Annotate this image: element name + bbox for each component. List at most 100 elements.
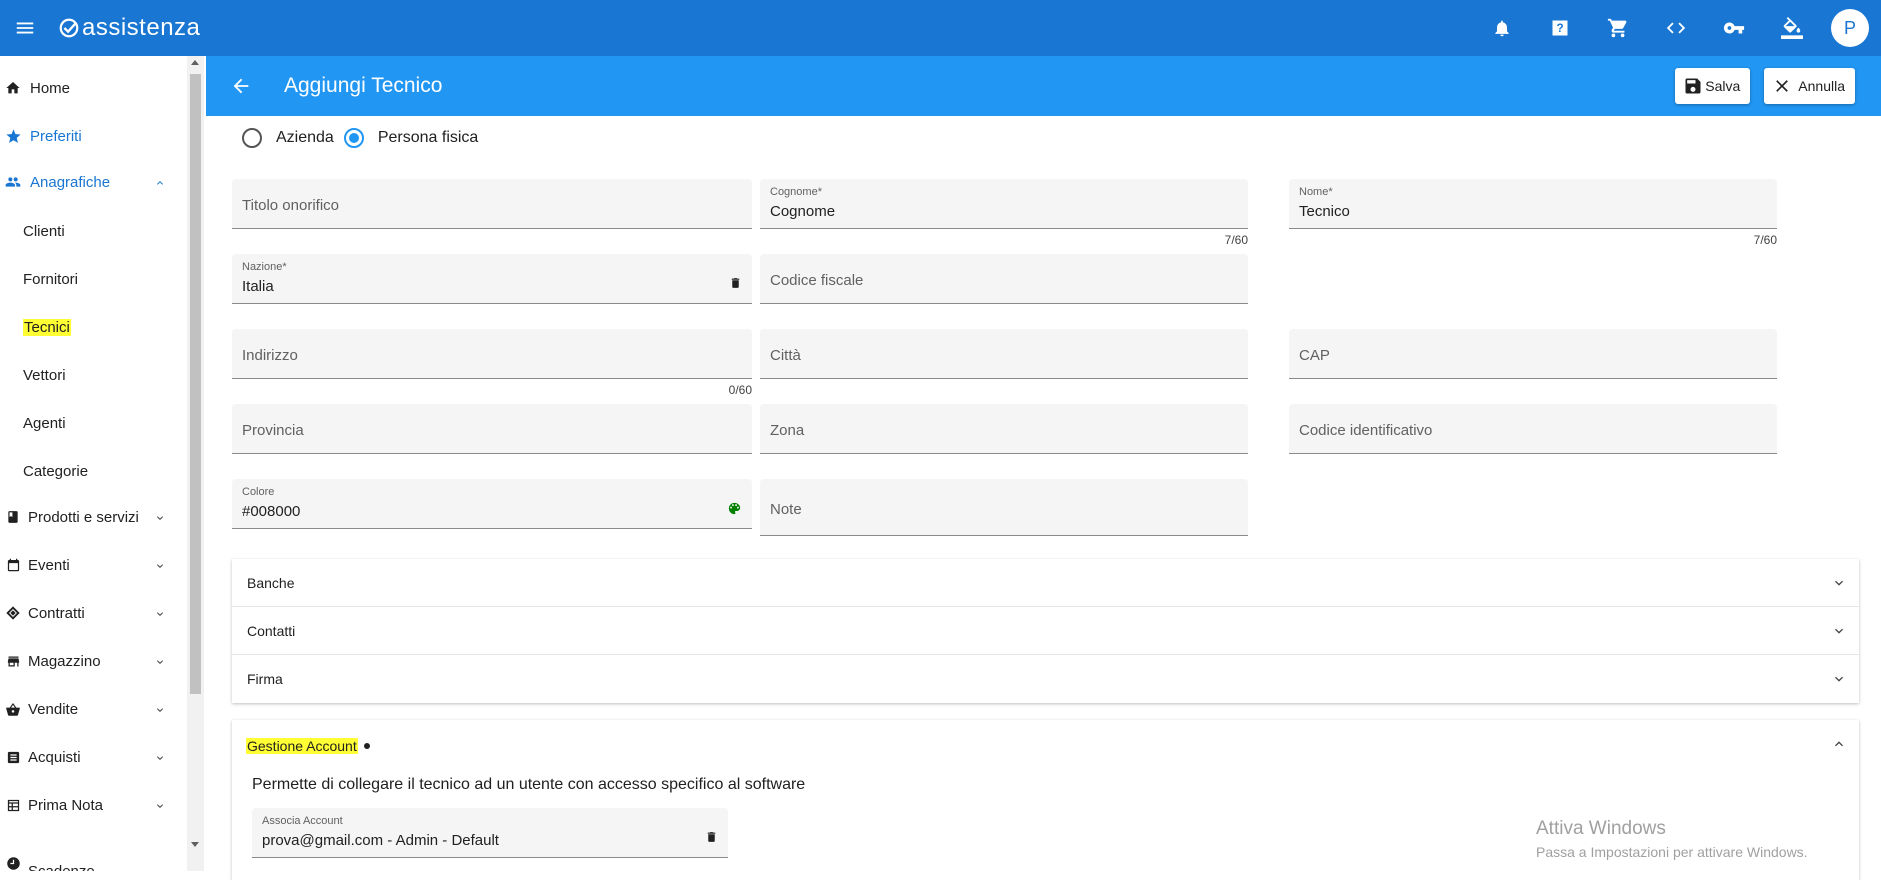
avatar[interactable]: P: [1831, 9, 1869, 47]
gestione-account-header[interactable]: Gestione Account: [246, 738, 370, 754]
list-icon: [0, 750, 26, 765]
cognome-field[interactable]: Cognome* Cognome: [760, 179, 1248, 229]
provincia-placeholder: Provincia: [242, 422, 304, 439]
nome-counter: 7/60: [1753, 233, 1777, 247]
gestione-account-description: Permette di collegare il tecnico ad un u…: [252, 776, 806, 793]
close-icon: [1776, 80, 1789, 92]
radio-azienda[interactable]: [242, 128, 262, 148]
sidebar-item-prodotti-e-servizi[interactable]: Prodotti e servizi: [0, 497, 186, 537]
codice-fiscale-field[interactable]: Codice fiscale: [760, 254, 1248, 304]
sidebar-item-vendite[interactable]: Vendite: [0, 689, 186, 729]
sidebar-item-acquisti[interactable]: Acquisti: [0, 737, 186, 777]
paint-bucket-icon[interactable]: [1763, 0, 1821, 56]
key-icon[interactable]: [1705, 0, 1763, 56]
sidebar-item-label: Contratti: [28, 604, 85, 622]
menu-icon[interactable]: [2, 0, 48, 56]
sidebar-item-anagrafiche[interactable]: Anagrafiche: [0, 162, 186, 202]
palette-icon[interactable]: [727, 501, 742, 521]
zona-field[interactable]: Zona: [760, 404, 1248, 454]
sidebar-item-eventi[interactable]: Eventi: [0, 545, 186, 585]
watermark-line2: Passa a Impostazioni per attivare Window…: [1536, 844, 1808, 860]
sidebar-item-clienti[interactable]: Clienti: [0, 211, 186, 251]
indirizzo-counter: 0/60: [728, 383, 752, 397]
chevron-down-icon: [154, 655, 166, 672]
help-icon[interactable]: ?: [1531, 0, 1589, 56]
cognome-counter: 7/60: [1224, 233, 1248, 247]
radio-persona-fisica[interactable]: [343, 128, 364, 148]
cancel-button[interactable]: Annulla: [1764, 68, 1855, 104]
chevron-up-icon: [154, 176, 166, 193]
cap-field[interactable]: CAP: [1289, 329, 1777, 379]
windows-activation-watermark: Attiva Windows Passa a Impostazioni per …: [1536, 818, 1808, 860]
scroll-thumb[interactable]: [190, 74, 201, 694]
app-logo[interactable]: assistenza: [58, 14, 200, 42]
delete-icon[interactable]: [705, 830, 718, 849]
radio-persona-fisica-label[interactable]: Persona fisica: [378, 129, 479, 147]
save-icon: [1685, 78, 1701, 94]
nome-field[interactable]: Nome* Tecnico: [1289, 179, 1777, 229]
page-title: Aggiungi Tecnico: [284, 74, 443, 97]
scroll-down-arrow-icon[interactable]: [191, 842, 199, 847]
cart-icon[interactable]: [1589, 0, 1647, 56]
back-arrow-icon[interactable]: [216, 56, 266, 116]
clock-icon: [0, 856, 26, 871]
svg-text:?: ?: [1556, 22, 1563, 35]
sidebar-item-fornitori[interactable]: Fornitori: [0, 259, 186, 299]
sidebar-item-preferiti[interactable]: Preferiti: [0, 116, 186, 156]
sidebar-item-label: Categorie: [23, 462, 89, 480]
sidebar-item-magazzino[interactable]: Magazzino: [0, 641, 186, 681]
chevron-down-icon: [154, 703, 166, 720]
sidebar-item-contratti[interactable]: Contratti: [0, 593, 186, 633]
people-icon: [0, 174, 26, 190]
top-app-bar: assistenza ? P: [0, 0, 1881, 56]
colore-field[interactable]: Colore #008000: [232, 479, 752, 529]
provincia-field[interactable]: Provincia: [232, 404, 752, 454]
sidebar-item-scadenze[interactable]: Scadenze: [0, 833, 186, 871]
citta-field[interactable]: Città: [760, 329, 1248, 379]
codice-fiscale-placeholder: Codice fiscale: [770, 272, 864, 289]
delete-icon[interactable]: [729, 276, 742, 295]
sidebar-item-label: Eventi: [28, 556, 70, 574]
form-content: Azienda Persona fisica Titolo onorifico …: [206, 116, 1881, 880]
chevron-down-icon: [154, 511, 166, 528]
sidebar-item-label: Vendite: [28, 700, 79, 718]
bell-icon[interactable]: [1473, 0, 1531, 56]
sidebar-item-label: Acquisti: [28, 748, 81, 766]
expansion-panels: Banche Contatti Firma: [232, 559, 1859, 703]
chevron-down-icon: [1831, 623, 1847, 642]
note-field[interactable]: Note: [760, 479, 1248, 536]
home-icon: [0, 80, 26, 96]
sidebar: Home Preferiti Anagrafiche Clienti Forni…: [0, 56, 205, 871]
save-button[interactable]: Salva: [1675, 68, 1751, 104]
codice-identificativo-field[interactable]: Codice identificativo: [1289, 404, 1777, 454]
associa-account-field[interactable]: Associa Account prova@gmail.com - Admin …: [252, 808, 728, 858]
chevron-down-icon: [154, 607, 166, 624]
panel-banche[interactable]: Banche: [232, 559, 1859, 607]
code-icon[interactable]: [1647, 0, 1705, 56]
sidebar-item-home[interactable]: Home: [0, 68, 186, 108]
sidebar-item-label: Tecnici: [23, 318, 71, 336]
radio-azienda-label[interactable]: Azienda: [276, 129, 334, 147]
book-icon: [0, 509, 26, 525]
sidebar-item-prima-nota[interactable]: Prima Nota: [0, 785, 186, 825]
watermark-line1: Attiva Windows: [1536, 818, 1666, 839]
scroll-up-arrow-icon[interactable]: [191, 60, 199, 65]
cognome-value: Cognome: [770, 203, 836, 220]
associa-account-value: prova@gmail.com - Admin - Default: [262, 832, 499, 849]
panel-firma[interactable]: Firma: [232, 655, 1859, 703]
titolo-onorifico-field[interactable]: Titolo onorifico: [232, 179, 752, 229]
sidebar-item-categorie[interactable]: Categorie: [0, 451, 186, 491]
sidebar-item-tecnici[interactable]: Tecnici: [0, 307, 186, 347]
indirizzo-field[interactable]: Indirizzo: [232, 329, 752, 379]
sidebar-scrollbar[interactable]: [187, 56, 204, 871]
panel-contatti[interactable]: Contatti: [232, 607, 1859, 655]
nazione-field[interactable]: Nazione* Italia: [232, 254, 752, 304]
note-placeholder: Note: [770, 501, 802, 518]
sidebar-item-agenti[interactable]: Agenti: [0, 403, 186, 443]
chevron-up-icon[interactable]: [1831, 736, 1847, 757]
sidebar-item-vettori[interactable]: Vettori: [0, 355, 186, 395]
page-header: Aggiungi Tecnico Salva Annulla: [206, 56, 1881, 116]
sidebar-item-label: Vettori: [23, 366, 66, 384]
save-button-label: Salva: [1705, 78, 1741, 94]
cancel-button-label: Annulla: [1798, 78, 1845, 94]
